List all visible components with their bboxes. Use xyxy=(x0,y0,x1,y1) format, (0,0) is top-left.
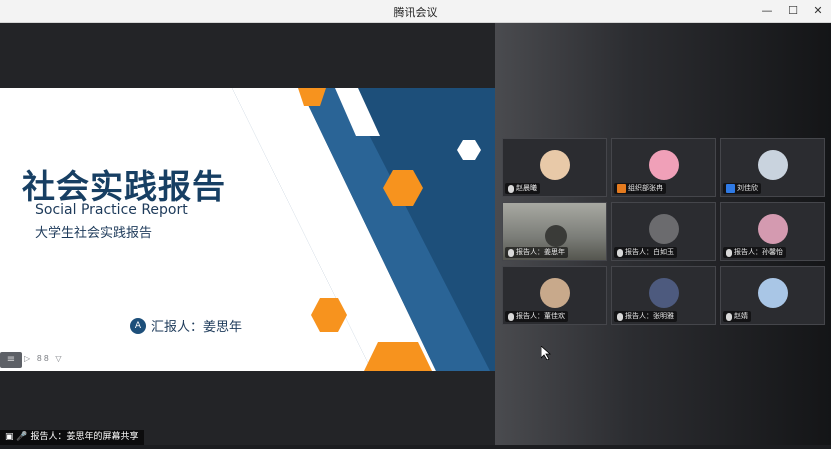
title-bar: 腾讯会议 — ☐ ✕ xyxy=(0,0,831,23)
avatar xyxy=(649,150,679,180)
participant-tile[interactable]: 刘佳欣 xyxy=(720,138,825,197)
mic-icon xyxy=(617,248,623,257)
presenter-label: 汇报人：姜思年 xyxy=(151,320,243,335)
mic-icon xyxy=(617,312,623,321)
avatar xyxy=(649,214,679,244)
participant-label: 组织部张冉 xyxy=(614,183,666,194)
presenter-line: A 汇报人：姜思年 xyxy=(130,316,242,335)
close-icon[interactable]: ✕ xyxy=(809,2,827,20)
avatar xyxy=(758,150,788,180)
ppt-mini-controls[interactable]: ▷ 88 ▽ xyxy=(24,354,64,363)
ppt-menu-icon[interactable]: ≡ xyxy=(0,352,22,368)
mic-icon xyxy=(508,312,514,321)
avatar xyxy=(540,150,570,180)
participant-tile[interactable]: 赵晨曦 xyxy=(502,138,607,197)
avatar xyxy=(758,278,788,308)
mic-icon: 🎤 xyxy=(16,432,28,442)
participant-label: 报告人：董佳欢 xyxy=(505,311,568,322)
host-icon xyxy=(617,184,626,193)
participant-label: 报告人：张明雅 xyxy=(614,311,677,322)
participant-label: 报告人：姜思年 xyxy=(505,247,568,258)
participant-label: 赵婧 xyxy=(723,311,751,322)
participant-tile[interactable]: 报告人：董佳欢 xyxy=(502,266,607,325)
participant-tile[interactable]: 组织部张冉 xyxy=(611,138,716,197)
participant-label: 报告人：白如玉 xyxy=(614,247,677,258)
share-status-label: 报告人：姜思年的屏幕共享 xyxy=(30,432,139,442)
participant-label: 报告人：孙馨怡 xyxy=(723,247,786,258)
video-person xyxy=(545,225,567,247)
avatar xyxy=(758,214,788,244)
participant-video-tile[interactable]: 报告人：姜思年 xyxy=(502,202,607,261)
slide-subtitle-en: Social Practice Report xyxy=(35,202,188,218)
mic-icon xyxy=(508,248,514,257)
participant-tile[interactable]: 赵婧 xyxy=(720,266,825,325)
avatar xyxy=(649,278,679,308)
mouse-cursor-icon xyxy=(541,346,551,360)
participant-tile[interactable]: 报告人：孙馨怡 xyxy=(720,202,825,261)
presenter-icon: A xyxy=(130,317,146,334)
shared-slide: 社会实践报告 Social Practice Report 大学生社会实践报告 … xyxy=(0,88,495,371)
avatar xyxy=(540,278,570,308)
slide-subtitle-cn: 大学生社会实践报告 xyxy=(35,226,153,241)
participant-tile[interactable]: 报告人：张明雅 xyxy=(611,266,716,325)
participant-tile[interactable]: 报告人：白如玉 xyxy=(611,202,716,261)
mic-icon xyxy=(726,248,732,257)
maximize-icon[interactable]: ☐ xyxy=(784,2,802,20)
minimize-icon[interactable]: — xyxy=(758,2,776,20)
share-screen-icon: ▣ xyxy=(5,432,14,442)
slide-title: 社会实践报告 xyxy=(22,167,226,206)
cohost-icon xyxy=(726,184,735,193)
participant-label: 刘佳欣 xyxy=(723,183,761,194)
participant-label: 赵晨曦 xyxy=(505,183,540,194)
mic-icon xyxy=(726,312,732,321)
mic-icon xyxy=(508,184,514,193)
window-title: 腾讯会议 xyxy=(393,6,438,19)
screen-share-status: ▣ 🎤 报告人：姜思年的屏幕共享 xyxy=(0,430,144,445)
